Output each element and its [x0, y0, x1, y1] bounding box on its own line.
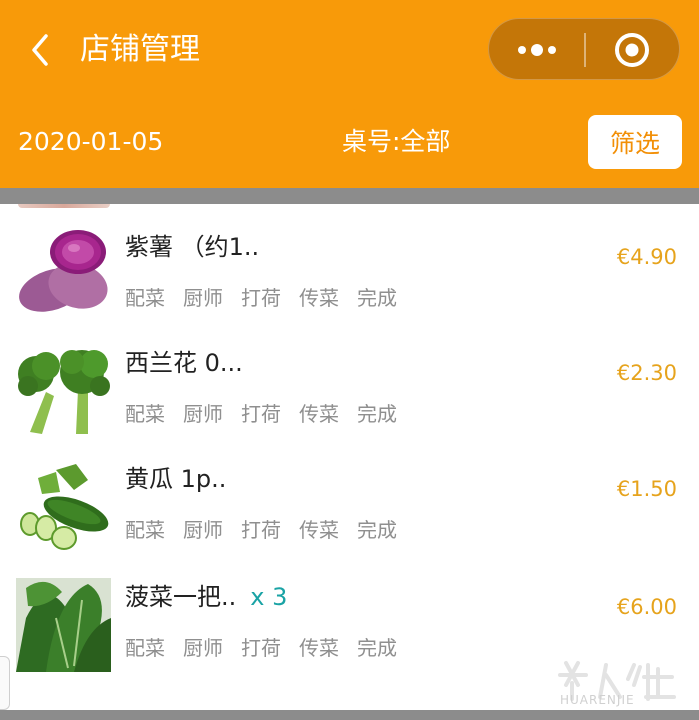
step-wan-cheng[interactable]: 完成: [357, 634, 397, 662]
purple-sweet-potato-image: [16, 228, 111, 322]
table-number-selector[interactable]: 桌号:全部: [342, 124, 450, 160]
page-title: 店铺管理: [80, 32, 200, 67]
step-pei-cai[interactable]: 配菜: [125, 634, 165, 662]
step-pei-cai[interactable]: 配菜: [125, 400, 165, 428]
step-chu-shi[interactable]: 厨师: [183, 516, 223, 544]
item-quantity: x 3: [250, 583, 288, 611]
item-name: 菠菜一把.. x 3: [125, 583, 288, 611]
chevron-left-icon: [32, 34, 48, 66]
item-price: €1.50: [616, 477, 677, 501]
list-item[interactable]: 紫薯 （约1.. 配菜 厨师 打荷 传菜 完成 €4.90: [0, 228, 699, 344]
back-button[interactable]: [26, 30, 56, 70]
item-name: 紫薯 （约1..: [125, 233, 260, 261]
step-chuan-cai[interactable]: 传菜: [299, 284, 339, 312]
status-steps: 配菜 厨师 打荷 传菜 完成: [125, 634, 397, 662]
item-price: €2.30: [616, 361, 677, 385]
item-price: €6.00: [616, 595, 677, 619]
step-pei-cai[interactable]: 配菜: [125, 516, 165, 544]
step-chuan-cai[interactable]: 传菜: [299, 400, 339, 428]
more-button[interactable]: [489, 19, 584, 81]
item-name: 西兰花 0...: [125, 349, 243, 377]
step-pei-cai[interactable]: 配菜: [125, 284, 165, 312]
step-wan-cheng[interactable]: 完成: [357, 516, 397, 544]
filter-button[interactable]: 筛选: [588, 115, 682, 169]
step-da-he[interactable]: 打荷: [241, 400, 281, 428]
miniprogram-capsule: [488, 18, 680, 80]
step-chuan-cai[interactable]: 传菜: [299, 516, 339, 544]
date-label: 2020-01-05: [18, 127, 164, 156]
item-price: €4.90: [616, 245, 677, 269]
list-item[interactable]: 黄瓜 1p.. 配菜 厨师 打荷 传菜 完成 €1.50: [0, 460, 699, 576]
step-wan-cheng[interactable]: 完成: [357, 400, 397, 428]
status-steps: 配菜 厨师 打荷 传菜 完成: [125, 400, 397, 428]
close-miniprogram-button[interactable]: [586, 19, 681, 81]
broccoli-image: [16, 344, 111, 438]
list-item[interactable]: 西兰花 0... 配菜 厨师 打荷 传菜 完成 €2.30: [0, 344, 699, 460]
edge-handle[interactable]: [0, 656, 10, 710]
step-da-he[interactable]: 打荷: [241, 284, 281, 312]
step-chu-shi[interactable]: 厨师: [183, 284, 223, 312]
item-name: 黄瓜 1p..: [125, 465, 227, 493]
partial-item-thumbnail: [18, 204, 110, 208]
step-chu-shi[interactable]: 厨师: [183, 400, 223, 428]
bottom-divider-band: [0, 710, 699, 720]
header-bar: 店铺管理 2020-01-05 桌号:全部 筛选: [0, 0, 699, 188]
status-steps: 配菜 厨师 打荷 传菜 完成: [125, 284, 397, 312]
step-chuan-cai[interactable]: 传菜: [299, 634, 339, 662]
step-da-he[interactable]: 打荷: [241, 634, 281, 662]
step-da-he[interactable]: 打荷: [241, 516, 281, 544]
step-wan-cheng[interactable]: 完成: [357, 284, 397, 312]
watermark-text: HUARENJIE: [560, 693, 635, 707]
divider-band: [0, 188, 699, 204]
step-chu-shi[interactable]: 厨师: [183, 634, 223, 662]
spinach-image: [16, 578, 111, 672]
cucumber-image: [16, 460, 111, 554]
status-steps: 配菜 厨师 打荷 传菜 完成: [125, 516, 397, 544]
more-dots-icon: [518, 44, 556, 56]
target-circle-icon: [615, 33, 649, 67]
